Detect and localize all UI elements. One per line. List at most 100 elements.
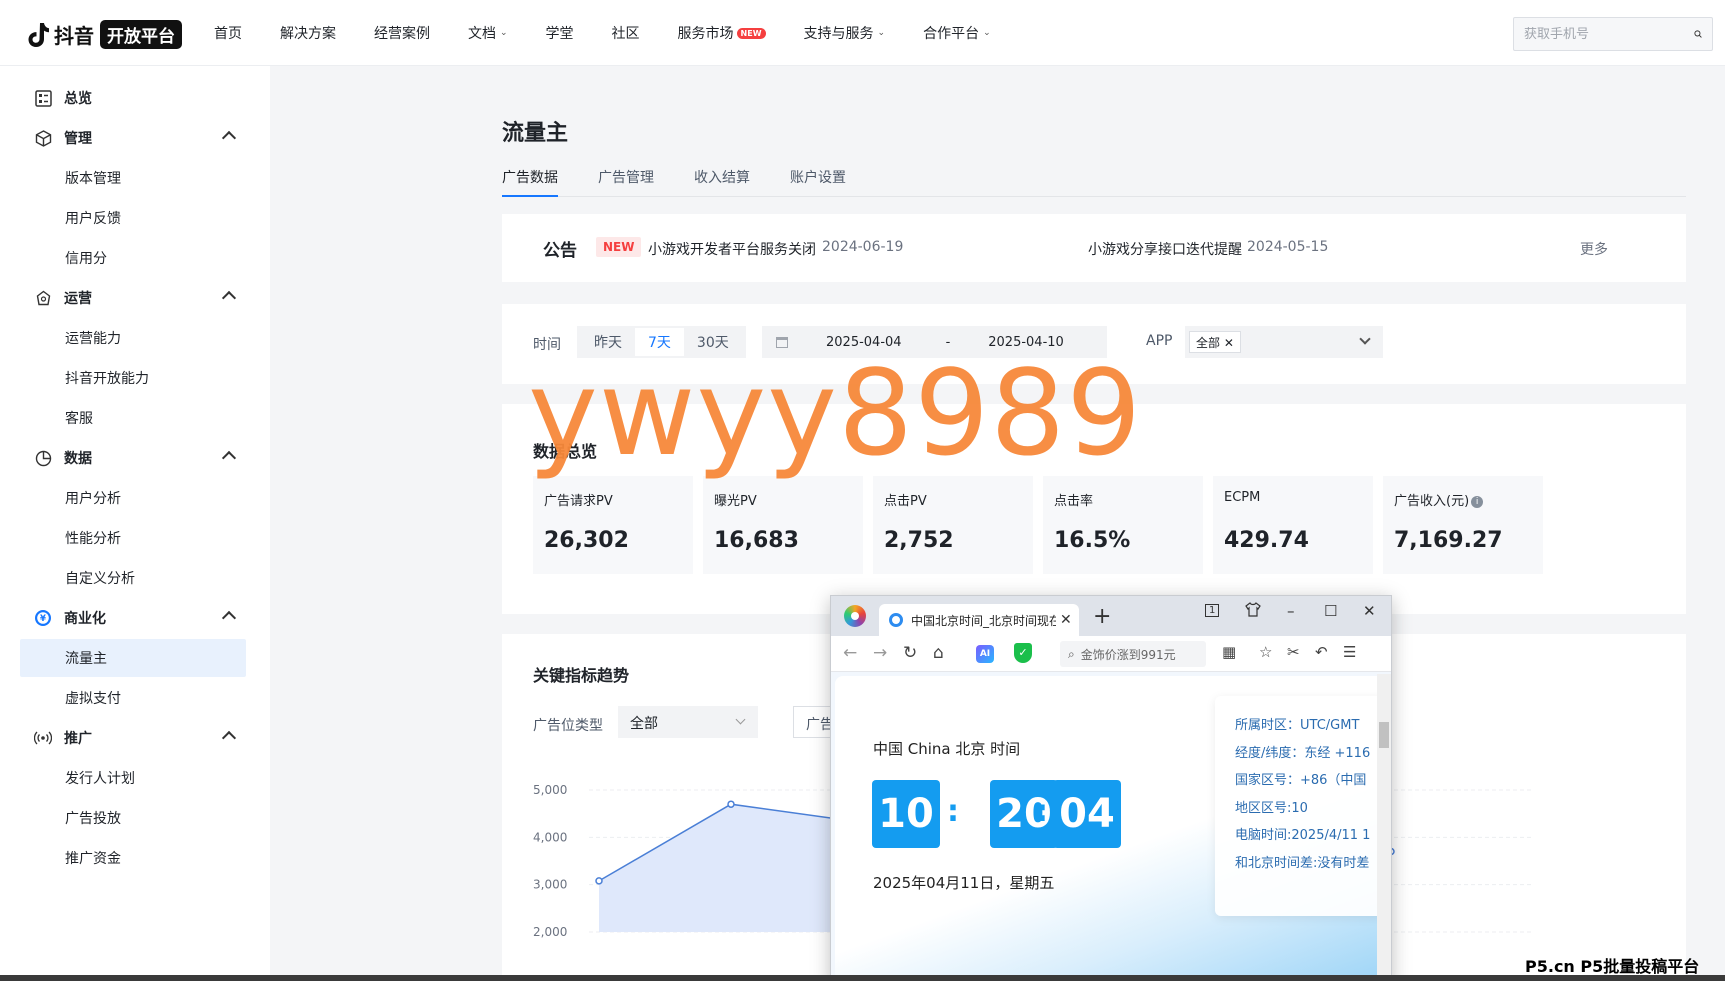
nav-item-4[interactable]: 学堂 (546, 23, 574, 43)
undo-icon[interactable]: ↶ (1315, 643, 1328, 661)
sidebar-item-overview[interactable]: 总览 (20, 79, 246, 117)
nav-item-1[interactable]: 解决方案 (280, 23, 336, 43)
clock-hours: 10 (872, 780, 940, 848)
tab-2[interactable]: 收入结算 (694, 167, 750, 197)
sidebar-group-1[interactable]: 运营 (20, 279, 246, 317)
sidebar-item-label: 总览 (64, 91, 92, 107)
metric-label: 广告请求PV (544, 490, 613, 509)
close-tab-icon[interactable]: ✕ (1060, 612, 1072, 628)
popup-scrollbar[interactable] (1377, 674, 1391, 981)
sidebar-item-4-1[interactable]: 广告投放 (20, 799, 246, 837)
notice-link-1[interactable]: 小游戏开发者平台服务关闭 (648, 239, 816, 259)
sidebar-item-label: 虚拟支付 (65, 691, 121, 707)
app-select[interactable]: 全部 ✕ (1185, 326, 1383, 358)
ai-icon[interactable]: AI (976, 645, 994, 663)
ad-type-select[interactable]: 全部 (618, 706, 758, 738)
tab-count-icon[interactable]: 1 (1205, 604, 1220, 617)
data-point[interactable] (727, 800, 735, 808)
chevron-up-icon[interactable] (221, 450, 237, 466)
data-point[interactable] (595, 877, 603, 885)
nav-item-8[interactable]: 合作平台 ⌄ (923, 23, 991, 43)
sidebar-group-0[interactable]: 管理 (20, 119, 246, 157)
metric-value: 7,169.27 (1394, 528, 1503, 553)
clock-date: 2025年04月11日，星期五 (873, 874, 1055, 892)
chevron-up-icon[interactable] (221, 610, 237, 626)
notice-date-1: 2024-06-19 (822, 239, 904, 255)
back-arrow-icon[interactable]: ← (843, 643, 857, 663)
nav-item-6[interactable]: 服务市场 NEW (678, 23, 766, 43)
metric-card-0: 广告请求PV 26,302 (533, 476, 693, 574)
sidebar-item-3-1[interactable]: 虚拟支付 (20, 679, 246, 717)
sidebar: 总览 管理版本管理用户反馈信用分运营 运营能力 抖音开放能力 客服 数据 用户分析 性能分析… (0, 66, 270, 981)
menu-icon[interactable]: ☰ (1343, 643, 1356, 661)
favorites-star-icon[interactable]: ☆ (1259, 643, 1272, 661)
sidebar-item-2-0[interactable]: 用户分析 (20, 479, 246, 517)
metric-value: 16,683 (714, 528, 799, 553)
address-bar[interactable]: ⌕ 金饰价涨到991元 (1060, 641, 1206, 667)
minimize-icon[interactable]: – (1287, 602, 1295, 620)
chevron-up-icon[interactable] (221, 130, 237, 146)
apps-grid-icon[interactable]: ▦ (1222, 643, 1236, 661)
nav-item-3[interactable]: 文档 ⌄ (468, 23, 508, 43)
sidebar-item-4-2[interactable]: 推广资金 (20, 839, 246, 877)
notice-link-2[interactable]: 小游戏分享接口迭代提醒 (1088, 239, 1242, 259)
nav-item-7[interactable]: 支持与服务 ⌄ (804, 23, 886, 43)
chevron-up-icon[interactable] (221, 290, 237, 306)
timezone-info-row: 地区区号:10 (1235, 800, 1308, 816)
sidebar-item-3-0[interactable]: 流量主 (20, 639, 246, 677)
clock-colon: : (947, 794, 959, 829)
forward-arrow-icon[interactable]: → (873, 643, 887, 663)
chevron-up-icon[interactable] (221, 730, 237, 746)
info-icon[interactable]: i (1471, 495, 1484, 508)
chevron-down-icon: ⌄ (877, 28, 886, 38)
timezone-info-row: 电脑时间:2025/4/11 1 (1235, 828, 1371, 843)
douyin-logo[interactable]: 抖音 开放平台 (28, 20, 182, 49)
search-icon: ⌕ (1068, 646, 1075, 661)
scissors-icon[interactable]: ✂ (1287, 643, 1300, 661)
sidebar-group-4[interactable]: 推广 (20, 719, 246, 757)
top-search-box[interactable] (1513, 17, 1713, 51)
sidebar-item-4-0[interactable]: 发行人计划 (20, 759, 246, 797)
maximize-icon[interactable]: ☐ (1324, 602, 1337, 620)
nav-item-0[interactable]: 首页 (214, 23, 242, 43)
metric-label: 广告收入(元) i (1394, 490, 1484, 509)
reload-icon[interactable]: ↻ (903, 643, 917, 663)
sidebar-item-2-1[interactable]: 性能分析 (20, 519, 246, 557)
top-search-input[interactable] (1524, 26, 1694, 42)
close-window-icon[interactable]: ✕ (1363, 602, 1376, 620)
metric-label: ECPM (1224, 490, 1260, 505)
chevron-down-icon (735, 714, 746, 725)
new-tab-icon[interactable]: + (1093, 604, 1111, 629)
sidebar-group-2[interactable]: 数据 (20, 439, 246, 477)
skin-shirt-icon[interactable] (1245, 602, 1261, 621)
sidebar-item-1-0[interactable]: 运营能力 (20, 319, 246, 357)
chevron-down-icon: ⌄ (983, 28, 991, 38)
y-tick-label: 3,000 (533, 878, 567, 892)
sidebar-item-2-2[interactable]: 自定义分析 (20, 559, 246, 597)
nav-item-label: 社区 (611, 26, 640, 42)
search-icon[interactable] (1694, 27, 1702, 41)
nav-item-2[interactable]: 经营案例 (374, 23, 430, 43)
tab-0[interactable]: 广告数据 (502, 167, 558, 197)
notice-more-link[interactable]: 更多 (1580, 239, 1608, 259)
sidebar-item-1-2[interactable]: 客服 (20, 399, 246, 437)
sidebar-group-3[interactable]: ¥ 商业化 (20, 599, 246, 637)
sidebar-item-label: 版本管理 (65, 171, 121, 187)
tab-1[interactable]: 广告管理 (598, 167, 654, 197)
y-tick-label: 2,000 (533, 925, 567, 939)
sidebar-item-label: 信用分 (65, 251, 107, 267)
nav-item-label: 首页 (214, 26, 242, 42)
sidebar-item-0-1[interactable]: 用户反馈 (20, 199, 246, 237)
sidebar-item-0-0[interactable]: 版本管理 (20, 159, 246, 197)
home-icon[interactable]: ⌂ (933, 643, 944, 663)
app-tag-all[interactable]: 全部 ✕ (1189, 331, 1241, 353)
browser-tab[interactable]: 中国北京时间_北京时间现在 ✕ (879, 604, 1079, 636)
nav-item-5[interactable]: 社区 (612, 23, 640, 43)
metric-label-text: 广告收入(元) (1394, 494, 1470, 509)
scrollbar-thumb[interactable] (1379, 722, 1389, 748)
tab-3[interactable]: 账户设置 (790, 167, 846, 197)
browser-logo-icon[interactable] (844, 605, 866, 627)
sidebar-item-1-1[interactable]: 抖音开放能力 (20, 359, 246, 397)
sidebar-item-0-2[interactable]: 信用分 (20, 239, 246, 277)
shield-check-icon[interactable]: ✓ (1014, 643, 1032, 663)
